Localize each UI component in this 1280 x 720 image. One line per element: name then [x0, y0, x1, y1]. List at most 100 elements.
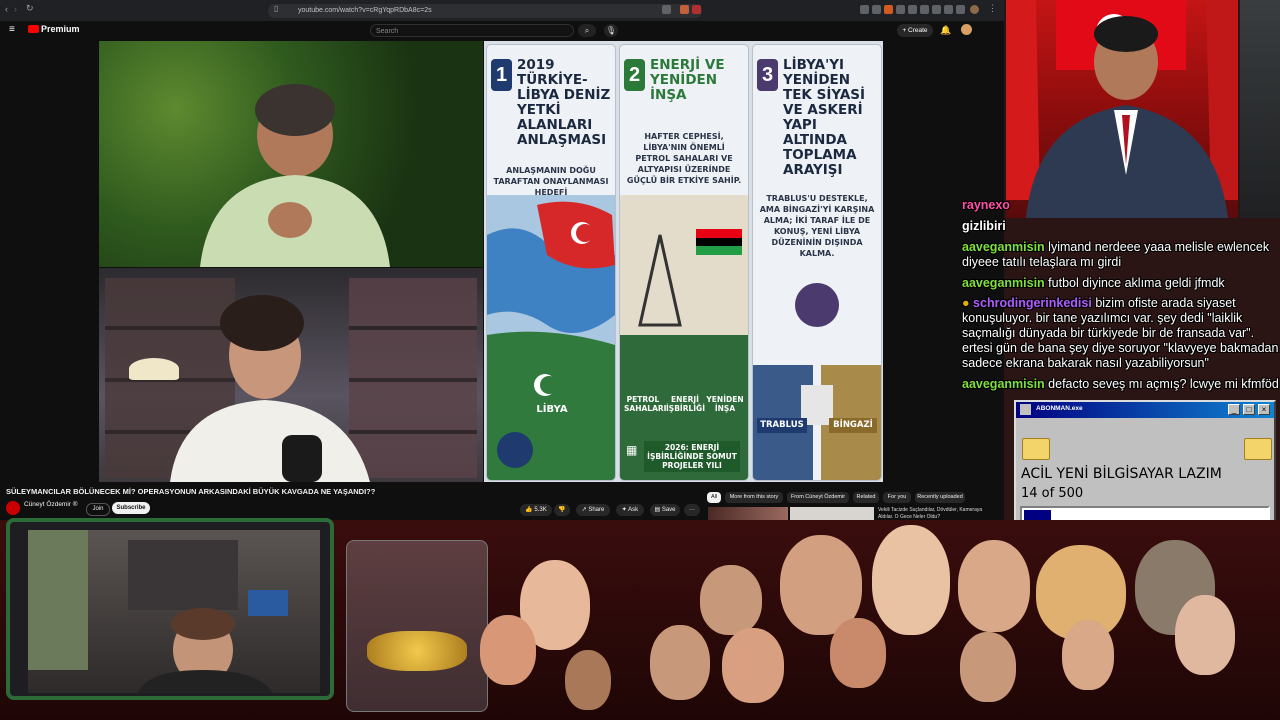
chat-text: futbol diyince aklıma geldi jfmdk — [1048, 276, 1225, 290]
chip-more-from-story[interactable]: More from this story — [725, 492, 783, 503]
maximize-icon: □ — [1246, 405, 1252, 414]
chat-username: schrodingerinkedisi — [973, 296, 1092, 310]
extension-icon[interactable] — [908, 5, 917, 14]
panel-subtitle: TRABLUS'U DESTEKLE, AMA BİNGAZİ'Yİ KARŞI… — [759, 194, 875, 258]
channel-avatar[interactable] — [6, 501, 20, 515]
meme-face — [1062, 620, 1114, 690]
gold-coins — [367, 631, 467, 671]
chat-username: aaveganmisin — [962, 377, 1045, 391]
dialog-app-icon — [1020, 404, 1031, 415]
menu-dots-icon[interactable]: ⋮ — [988, 3, 997, 14]
extension-icon[interactable] — [956, 5, 965, 14]
reload-icon[interactable]: ↻ — [26, 3, 34, 14]
account-avatar[interactable] — [961, 24, 972, 35]
city-label-bingazi: BİNGAZİ — [829, 418, 877, 433]
video-title: SÜLEYMANCILAR BÖLÜNECEK Mİ? OPERASYONUN … — [6, 487, 376, 496]
like-count: 5.3K — [534, 507, 547, 513]
more-actions-button[interactable]: ··· — [684, 504, 700, 516]
bookmark-icon[interactable]: ▯ — [274, 4, 278, 13]
hamburger-menu-icon[interactable]: ≡ — [9, 24, 15, 35]
chip-for-you[interactable]: For you — [883, 492, 911, 503]
stream-chat: raynexo gizlibiri aaveganmisin lyimand n… — [958, 196, 1280, 396]
panel-footer: 2026: ENERJİ İŞBİRLİĞİNDE SOMUT PROJELER… — [644, 441, 740, 472]
infographic-panel-2: 2 ENERJİ VE YENİDEN İNŞA HAFTER CEPHESİ,… — [619, 44, 749, 481]
chat-message: raynexo — [962, 198, 1280, 213]
youtube-logo-text[interactable]: Premium — [41, 24, 80, 34]
extension-icon[interactable] — [680, 5, 689, 14]
search-input[interactable]: Search — [370, 24, 574, 37]
chat-badge-icon: ● — [962, 296, 970, 310]
maximize-button[interactable]: □ — [1243, 404, 1255, 415]
icon-label-petrol: PETROL SAHALARI — [624, 395, 667, 413]
close-button[interactable]: × — [1258, 404, 1270, 415]
chip-related[interactable]: Related — [853, 492, 879, 503]
chat-username: aaveganmisin — [962, 240, 1045, 254]
meme-face — [830, 618, 886, 688]
folder-icon — [1244, 438, 1272, 460]
create-button[interactable]: + Create — [897, 24, 933, 37]
panel-number: 3 — [757, 59, 778, 91]
share-icon: ↗ — [581, 507, 587, 513]
chat-username: raynexo — [962, 198, 1010, 212]
portrait-figure — [1006, 0, 1238, 218]
chat-username: gizlibiri — [962, 219, 1006, 233]
ask-button[interactable]: ✦ Ask — [616, 504, 644, 516]
related-video-title[interactable]: Vekili Tacizde Suçlandılar, Dövdüler, Ka… — [878, 507, 988, 521]
back-icon[interactable]: ‹ — [5, 4, 8, 14]
libya-map — [487, 195, 615, 480]
oil-field-illustration — [620, 195, 748, 480]
extension-icon[interactable] — [860, 5, 869, 14]
chip-all[interactable]: All — [707, 492, 721, 503]
extension-icon[interactable] — [884, 5, 893, 14]
minimize-button[interactable]: _ — [1228, 404, 1240, 415]
profile-icon[interactable] — [970, 5, 979, 14]
join-button[interactable]: Join — [86, 503, 110, 516]
dislike-button[interactable]: 👎 — [554, 504, 570, 516]
address-bar[interactable]: youtube.com/watch?v=cRgYqpRDbA8c=2s — [268, 4, 702, 18]
youtube-logo-icon[interactable] — [28, 25, 39, 33]
voice-search-button[interactable]: 🎙 — [604, 24, 618, 37]
ask-label: Ask — [628, 507, 639, 513]
meme-face — [565, 650, 611, 710]
forward-icon[interactable]: › — [14, 4, 17, 14]
save-icon: ▤ — [654, 507, 661, 513]
city-label-trablus: TRABLUS — [757, 418, 807, 433]
minimize-icon: _ — [1231, 405, 1237, 414]
search-button[interactable]: ⌕ — [578, 24, 596, 37]
search-placeholder: Search — [376, 28, 399, 35]
channel-name[interactable]: Cüneyt Özdemir ® — [24, 501, 78, 508]
politician-portrait — [1006, 0, 1238, 218]
extension-icon[interactable] — [944, 5, 953, 14]
extension-icon[interactable] — [692, 5, 701, 14]
extension-icon[interactable] — [932, 5, 941, 14]
chip-recently-uploaded[interactable]: Recently uploaded — [915, 492, 965, 503]
panel-title: LİBYA'YI YENİDEN TEK SİYASİ VE ASKERİ YA… — [783, 57, 866, 178]
meme-face — [700, 565, 762, 635]
address-text: youtube.com/watch?v=cRgYqpRDbA8c=2s — [298, 7, 432, 14]
chat-text: defacto seveş mı açmış? lcwye mi kfmföd — [1048, 377, 1279, 391]
meme-face — [958, 540, 1030, 632]
meme-face — [872, 525, 950, 635]
chat-message: ● schrodingerinkedisi bizim ofiste arada… — [962, 296, 1280, 371]
panel-subtitle: HAFTER CEPHESİ, LİBYA'NIN ÖNEMLİ PETROL … — [626, 132, 742, 185]
chat-username: aaveganmisin — [962, 276, 1045, 290]
sparkle-icon: ✦ — [621, 507, 627, 513]
infographic-panel-1: 1 2019 TÜRKİYE-LİBYA DENİZ YETKİ ALANLAR… — [486, 44, 616, 481]
extension-icon[interactable] — [896, 5, 905, 14]
chip-from-channel[interactable]: From Cüneyt Özdemir — [787, 492, 849, 503]
save-button[interactable]: ▤ Save — [650, 504, 680, 516]
infographic: 1 2019 TÜRKİYE-LİBYA DENİZ YETKİ ALANLAR… — [484, 41, 883, 482]
extension-icon[interactable] — [662, 5, 671, 14]
extension-icon[interactable] — [920, 5, 929, 14]
extension-icon[interactable] — [872, 5, 881, 14]
guest-figure-top — [200, 84, 390, 267]
notifications-bell-icon[interactable]: 🔔 — [940, 25, 951, 36]
meme-face — [480, 615, 536, 685]
share-button[interactable]: ↗ Share — [576, 504, 610, 516]
icon-label-energy: ENERJİ İŞBİRLİĞİ — [666, 395, 705, 413]
subscribe-button[interactable]: Subscribe — [112, 502, 150, 514]
search-icon: ⌕ — [584, 26, 590, 35]
like-button[interactable]: 👍 5.3K — [520, 504, 552, 516]
panel-number: 2 — [624, 59, 645, 91]
dialog-title: ABONMAN.exe — [1036, 405, 1083, 412]
